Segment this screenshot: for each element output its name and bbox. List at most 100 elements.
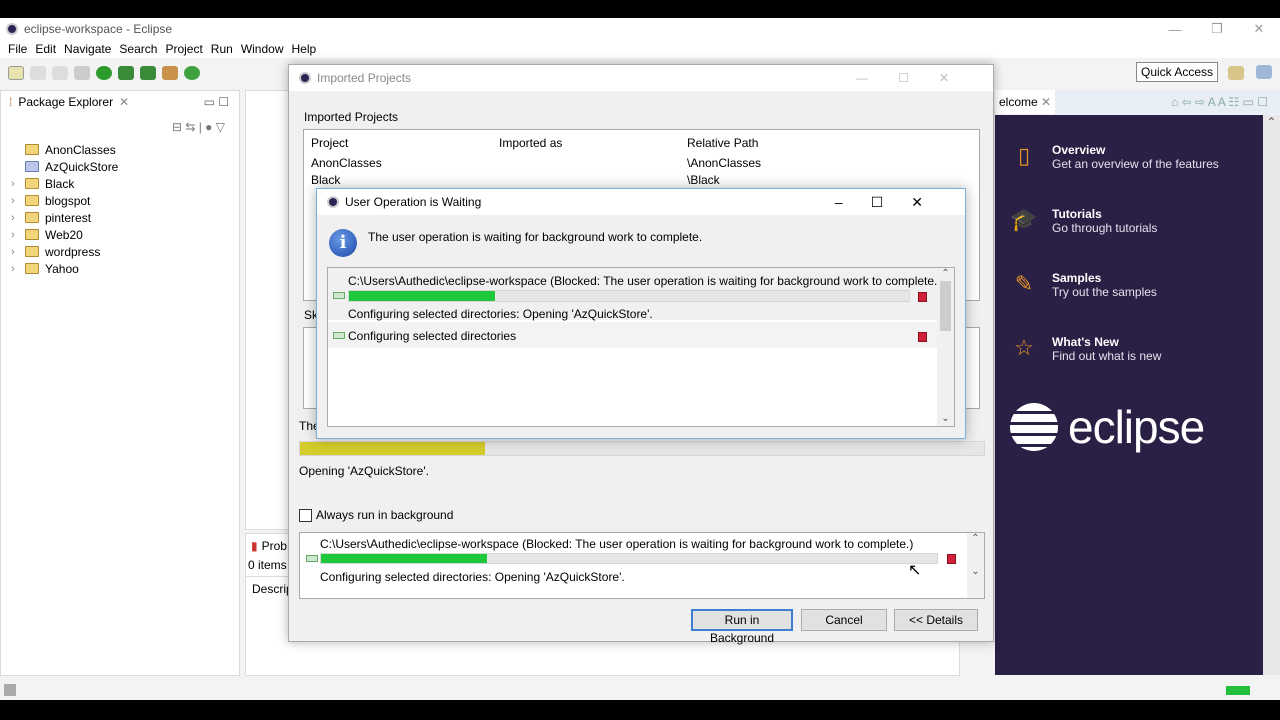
- project-folder-icon: [25, 195, 39, 206]
- dialog-window-buttons[interactable]: –☐✕: [835, 194, 951, 211]
- dialog-title: Imported Projects: [317, 71, 412, 85]
- stop-job-icon[interactable]: [918, 292, 927, 302]
- tree-item-project[interactable]: › wordpress: [1, 243, 239, 260]
- wait-message: The user operation is waiting for backgr…: [368, 230, 703, 244]
- stop-job-icon[interactable]: [918, 332, 927, 342]
- job-list-scrollbar[interactable]: ⌃ ⌄: [967, 533, 984, 598]
- welcome-scrollbar[interactable]: ⌃: [1263, 115, 1280, 675]
- status-bar: [0, 680, 1280, 700]
- welcome-tab[interactable]: elcome ✕: [995, 90, 1056, 114]
- info-icon: i: [329, 229, 357, 257]
- menu-help[interactable]: Help: [288, 40, 321, 58]
- java-perspective-icon[interactable]: [1256, 65, 1272, 79]
- cancel-button[interactable]: Cancel: [801, 609, 887, 631]
- quick-access-input[interactable]: Quick Access: [1136, 62, 1219, 82]
- close-tab-icon[interactable]: ✕: [119, 95, 129, 109]
- save-all-icon[interactable]: [52, 66, 68, 80]
- menu-bar: File Edit Navigate Search Project Run Wi…: [0, 40, 1280, 58]
- close-button[interactable]: ✕: [1238, 21, 1280, 37]
- expand-chevron-icon[interactable]: ›: [11, 178, 25, 190]
- tree-item-project[interactable]: › blogspot: [1, 192, 239, 209]
- build-icon[interactable]: [74, 66, 90, 80]
- tree-item-project[interactable]: › pinterest: [1, 209, 239, 226]
- tree-item-project[interactable]: › Black: [1, 175, 239, 192]
- table-cell: \Black: [687, 173, 720, 187]
- open-perspective-icon[interactable]: [1228, 66, 1244, 80]
- job-icon: [306, 555, 318, 562]
- minimize-button[interactable]: —: [1154, 22, 1196, 37]
- checkbox-icon[interactable]: [299, 508, 312, 522]
- debug-icon[interactable]: [118, 66, 134, 80]
- view-toolbar-icons[interactable]: ⊟ ⇆ | ● ▽: [1, 113, 239, 141]
- project-folder-icon: [25, 263, 39, 274]
- tree-item-label: Yahoo: [45, 261, 79, 276]
- restore-button[interactable]: ❐: [1196, 21, 1238, 37]
- always-background-checkbox[interactable]: Always run in background: [299, 508, 453, 522]
- job-name: Configuring selected directories: [348, 329, 517, 343]
- expand-chevron-icon[interactable]: ›: [11, 246, 25, 258]
- minimize-maximize-icons[interactable]: ▭ ☐: [204, 95, 229, 109]
- tree-item-label: Black: [45, 176, 75, 191]
- welcome-item[interactable]: ▯ Overview Get an overview of the features: [1010, 143, 1219, 171]
- status-icon: [4, 684, 16, 696]
- external-tools-icon[interactable]: [140, 66, 156, 80]
- menu-navigate[interactable]: Navigate: [60, 40, 115, 58]
- eclipse-logo-icon: [1010, 403, 1058, 451]
- column-project[interactable]: Project: [311, 136, 348, 150]
- expand-chevron-icon[interactable]: ›: [11, 263, 25, 275]
- expand-chevron-icon[interactable]: ›: [11, 195, 25, 207]
- tree-item-project[interactable]: AnonClasses: [1, 141, 239, 158]
- welcome-item[interactable]: 🎓 Tutorials Go through tutorials: [1010, 207, 1157, 235]
- new-icon[interactable]: [8, 66, 24, 80]
- menu-project[interactable]: Project: [161, 40, 206, 58]
- problems-tab[interactable]: Prob: [262, 539, 287, 553]
- tree-item-label: blogspot: [45, 193, 91, 208]
- eclipse-logo-icon: [299, 72, 311, 84]
- user-operation-waiting-dialog: User Operation is Waiting –☐✕ i The user…: [316, 188, 966, 439]
- welcome-nav-icons[interactable]: ⌂ ⇦ ⇨ A A ☷ ▭ ☐: [1171, 95, 1268, 109]
- always-background-label: Always run in background: [316, 508, 454, 522]
- table-cell: \AnonClasses: [687, 156, 762, 170]
- tree-item-label: pinterest: [45, 210, 92, 225]
- expand-chevron-icon[interactable]: ›: [11, 229, 25, 241]
- column-relative-path[interactable]: Relative Path: [687, 136, 758, 150]
- welcome-item-desc: Go through tutorials: [1052, 221, 1158, 235]
- table-cell: Black: [311, 173, 341, 187]
- project-folder-icon: [25, 161, 39, 172]
- expand-chevron-icon[interactable]: ›: [11, 212, 25, 224]
- job-detail: Configuring selected directories: Openin…: [348, 307, 653, 321]
- menu-search[interactable]: Search: [115, 40, 161, 58]
- tree-item-project[interactable]: › Web20: [1, 226, 239, 243]
- welcome-item[interactable]: ✎ Samples Try out the samples: [1010, 271, 1157, 299]
- menu-run[interactable]: Run: [207, 40, 237, 58]
- progress-status: Opening 'AzQuickStore'.: [299, 464, 429, 478]
- eclipse-logo-icon: [6, 23, 18, 35]
- welcome-tab-bar: elcome ✕ ⌂ ⇦ ⇨ A A ☷ ▭ ☐: [995, 90, 1280, 114]
- jobs-scrollbar[interactable]: ⌃ ⌄: [937, 268, 954, 426]
- run-in-background-button[interactable]: Run in Background: [691, 609, 793, 645]
- project-folder-icon: [25, 144, 39, 155]
- job-name: C:\Users\Authedic\eclipse-workspace (Blo…: [348, 274, 942, 288]
- welcome-page: ▯ Overview Get an overview of the features…: [995, 115, 1263, 675]
- details-button[interactable]: << Details: [894, 609, 978, 631]
- welcome-item[interactable]: ☆ What's New Find out what is new: [1010, 335, 1161, 363]
- package-icon[interactable]: [162, 66, 178, 80]
- menu-window[interactable]: Window: [237, 40, 288, 58]
- dialog-window-buttons[interactable]: —☐✕: [856, 71, 979, 85]
- package-explorer-tab[interactable]: ⁞ Package Explorer ✕ ▭ ☐: [1, 91, 239, 113]
- job-name: C:\Users\Authedic\eclipse-workspace (Blo…: [320, 537, 914, 551]
- stop-job-icon[interactable]: [947, 554, 956, 564]
- tree-item-project[interactable]: › Yahoo: [1, 260, 239, 277]
- job-icon: [333, 332, 345, 339]
- package-explorer-icon: ⁞: [9, 95, 13, 109]
- tree-item-project[interactable]: AzQuickStore: [1, 158, 239, 175]
- new-class-icon[interactable]: [184, 66, 200, 80]
- dialog-title-bar: Imported Projects —☐✕: [289, 65, 993, 91]
- heap-progress-icon: [1226, 686, 1250, 695]
- menu-edit[interactable]: Edit: [31, 40, 60, 58]
- project-folder-icon: [25, 212, 39, 223]
- menu-file[interactable]: File: [4, 40, 31, 58]
- run-icon[interactable]: [96, 66, 112, 80]
- column-imported-as[interactable]: Imported as: [499, 136, 562, 150]
- save-icon[interactable]: [30, 66, 46, 80]
